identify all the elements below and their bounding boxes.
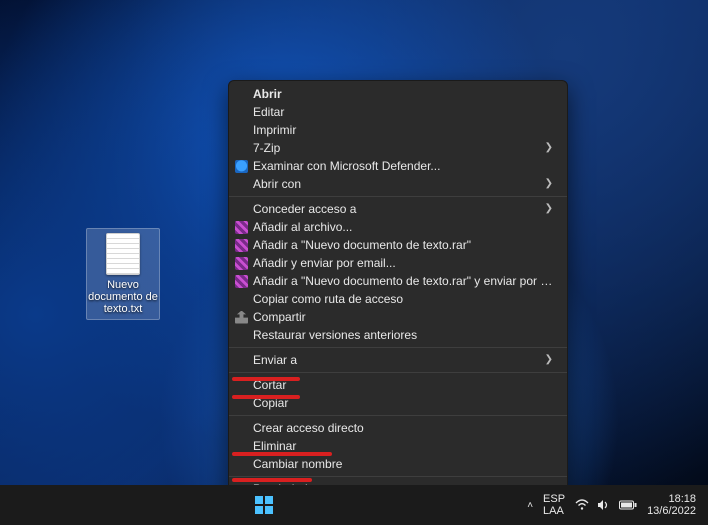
windows-logo-icon — [255, 496, 273, 514]
rar-icon — [235, 257, 248, 270]
menu-share[interactable]: Compartir — [229, 308, 567, 326]
context-menu: Abrir Editar Imprimir 7-Zip❯ Examinar co… — [228, 80, 568, 503]
chevron-right-icon: ❯ — [545, 200, 553, 218]
menu-separator — [229, 196, 567, 197]
text-file-icon — [106, 233, 140, 275]
taskbar: ˄ ESP LAA 18:18 13/6/2022 — [0, 485, 708, 525]
menu-separator — [229, 347, 567, 348]
menu-restore-previous[interactable]: Restaurar versiones anteriores — [229, 326, 567, 344]
menu-add-and-email[interactable]: Añadir y enviar por email... — [229, 254, 567, 272]
menu-7zip[interactable]: 7-Zip❯ — [229, 139, 567, 157]
language-line1: ESP — [543, 493, 565, 505]
chevron-right-icon: ❯ — [545, 139, 553, 157]
language-line2: LAA — [543, 505, 565, 517]
rar-icon — [235, 239, 248, 252]
menu-give-access[interactable]: Conceder acceso a❯ — [229, 200, 567, 218]
language-indicator[interactable]: ESP LAA — [543, 493, 565, 517]
menu-rename[interactable]: Cambiar nombre — [229, 455, 567, 473]
menu-separator — [229, 415, 567, 416]
menu-open-with[interactable]: Abrir con❯ — [229, 175, 567, 193]
menu-separator — [229, 476, 567, 477]
menu-send-to[interactable]: Enviar a❯ — [229, 351, 567, 369]
menu-add-to-archive[interactable]: Añadir al archivo... — [229, 218, 567, 236]
rar-icon — [235, 275, 248, 288]
clock-time: 18:18 — [647, 493, 696, 505]
clock-date: 13/6/2022 — [647, 505, 696, 517]
defender-icon — [235, 160, 248, 173]
clock[interactable]: 18:18 13/6/2022 — [647, 493, 696, 517]
start-button[interactable] — [250, 491, 278, 519]
chevron-right-icon: ❯ — [545, 175, 553, 193]
system-tray: ˄ ESP LAA 18:18 13/6/2022 — [527, 493, 708, 517]
menu-copy-as-path[interactable]: Copiar como ruta de acceso — [229, 290, 567, 308]
share-icon — [235, 311, 248, 324]
volume-icon[interactable] — [597, 499, 611, 511]
menu-add-to-rar-email[interactable]: Añadir a "Nuevo documento de texto.rar" … — [229, 272, 567, 290]
menu-defender[interactable]: Examinar con Microsoft Defender... — [229, 157, 567, 175]
menu-open[interactable]: Abrir — [229, 85, 567, 103]
desktop-file-icon[interactable]: Nuevo documento de texto.txt — [86, 228, 160, 320]
desktop-file-label: Nuevo documento de texto.txt — [87, 279, 159, 315]
menu-copy[interactable]: Copiar — [229, 394, 567, 412]
wifi-icon[interactable] — [575, 499, 589, 511]
menu-cut[interactable]: Cortar — [229, 376, 567, 394]
battery-icon[interactable] — [619, 500, 637, 510]
menu-separator — [229, 372, 567, 373]
menu-add-to-rar[interactable]: Añadir a "Nuevo documento de texto.rar" — [229, 236, 567, 254]
tray-overflow-button[interactable]: ˄ — [527, 500, 533, 511]
rar-icon — [235, 221, 248, 234]
menu-print[interactable]: Imprimir — [229, 121, 567, 139]
menu-create-shortcut[interactable]: Crear acceso directo — [229, 419, 567, 437]
menu-edit[interactable]: Editar — [229, 103, 567, 121]
chevron-right-icon: ❯ — [545, 351, 553, 369]
menu-delete[interactable]: Eliminar — [229, 437, 567, 455]
